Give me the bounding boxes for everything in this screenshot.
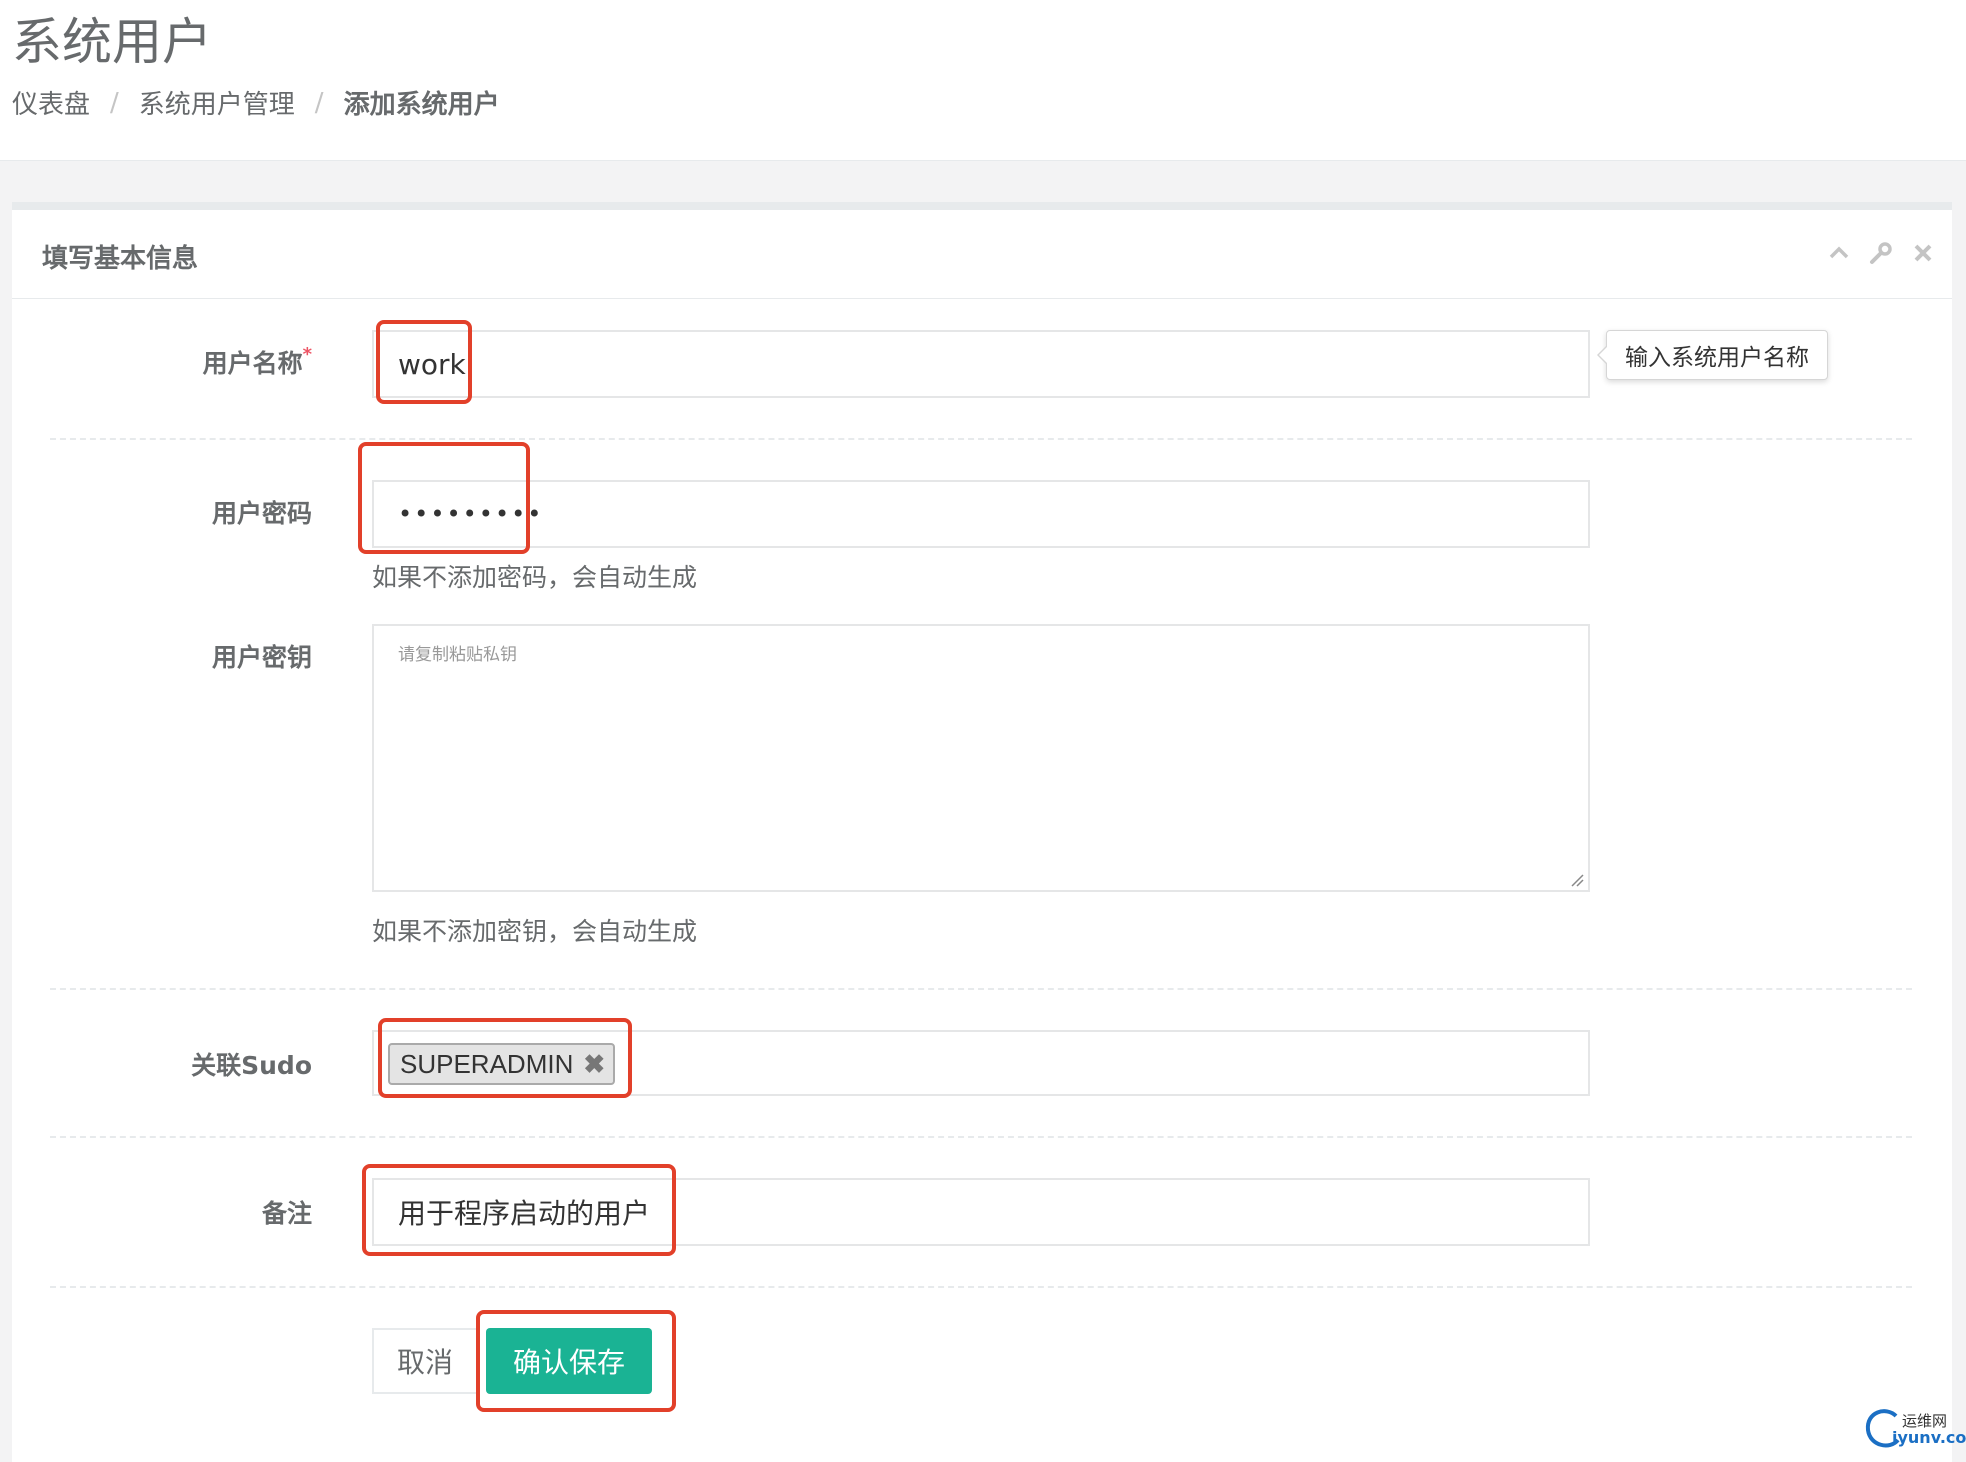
private-key-textarea[interactable]: 请复制粘贴私钥 <box>372 624 1590 892</box>
highlight-box <box>376 320 472 404</box>
private-key-placeholder: 请复制粘贴私钥 <box>398 645 517 665</box>
breadcrumb-item-system-users[interactable]: 系统用户管理 <box>139 84 295 121</box>
cancel-button[interactable]: 取消 <box>372 1328 478 1394</box>
highlight-box <box>362 1164 676 1256</box>
username-input[interactable]: work <box>372 330 1590 398</box>
username-tooltip: 输入系统用户名称 <box>1597 330 1828 380</box>
panel-tools <box>1826 240 1936 266</box>
breadcrumb-item-add-system-user: 添加系统用户 <box>343 90 500 120</box>
username-label-text: 用户名称 <box>202 349 303 378</box>
breadcrumb-item-dashboard[interactable]: 仪表盘 <box>12 84 90 121</box>
private-key-label: 用户密钥 <box>211 643 312 672</box>
panel-header: 填写基本信息 <box>12 210 1952 299</box>
password-label: 用户密码 <box>211 499 312 528</box>
breadcrumb: 仪表盘 / 系统用户管理 / 添加系统用户 <box>12 84 500 121</box>
private-key-help: 如果不添加密钥，会自动生成 <box>372 917 698 946</box>
required-mark: * <box>302 344 312 365</box>
page-title: 系统用户 <box>12 13 212 71</box>
form-divider <box>50 988 1912 990</box>
breadcrumb-separator: / <box>314 87 324 118</box>
password-input[interactable]: ••••••••• <box>372 480 1590 548</box>
close-icon[interactable] <box>1910 240 1936 266</box>
watermark-domain: iyunv.com <box>1892 1428 1966 1447</box>
form-divider <box>50 1136 1912 1138</box>
form-divider <box>50 438 1912 440</box>
sudo-label: 关联Sudo <box>191 1051 312 1080</box>
comment-label: 备注 <box>261 1199 312 1228</box>
chevron-up-icon[interactable] <box>1826 240 1852 266</box>
highlight-box <box>476 1310 676 1412</box>
page-header: 系统用户 仪表盘 / 系统用户管理 / 添加系统用户 <box>0 0 1966 161</box>
resize-handle-icon[interactable] <box>1570 872 1584 887</box>
breadcrumb-separator: / <box>110 87 119 118</box>
wrench-icon[interactable] <box>1868 240 1894 266</box>
password-help: 如果不添加密码，会自动生成 <box>372 563 698 592</box>
form-divider <box>50 1286 1912 1288</box>
username-label: 用户名称* <box>12 344 312 380</box>
highlight-box <box>358 442 530 554</box>
highlight-box <box>378 1018 632 1098</box>
panel-title: 填写基本信息 <box>42 244 199 274</box>
watermark-logo: 运维网 iyunv.com <box>1862 1404 1966 1452</box>
